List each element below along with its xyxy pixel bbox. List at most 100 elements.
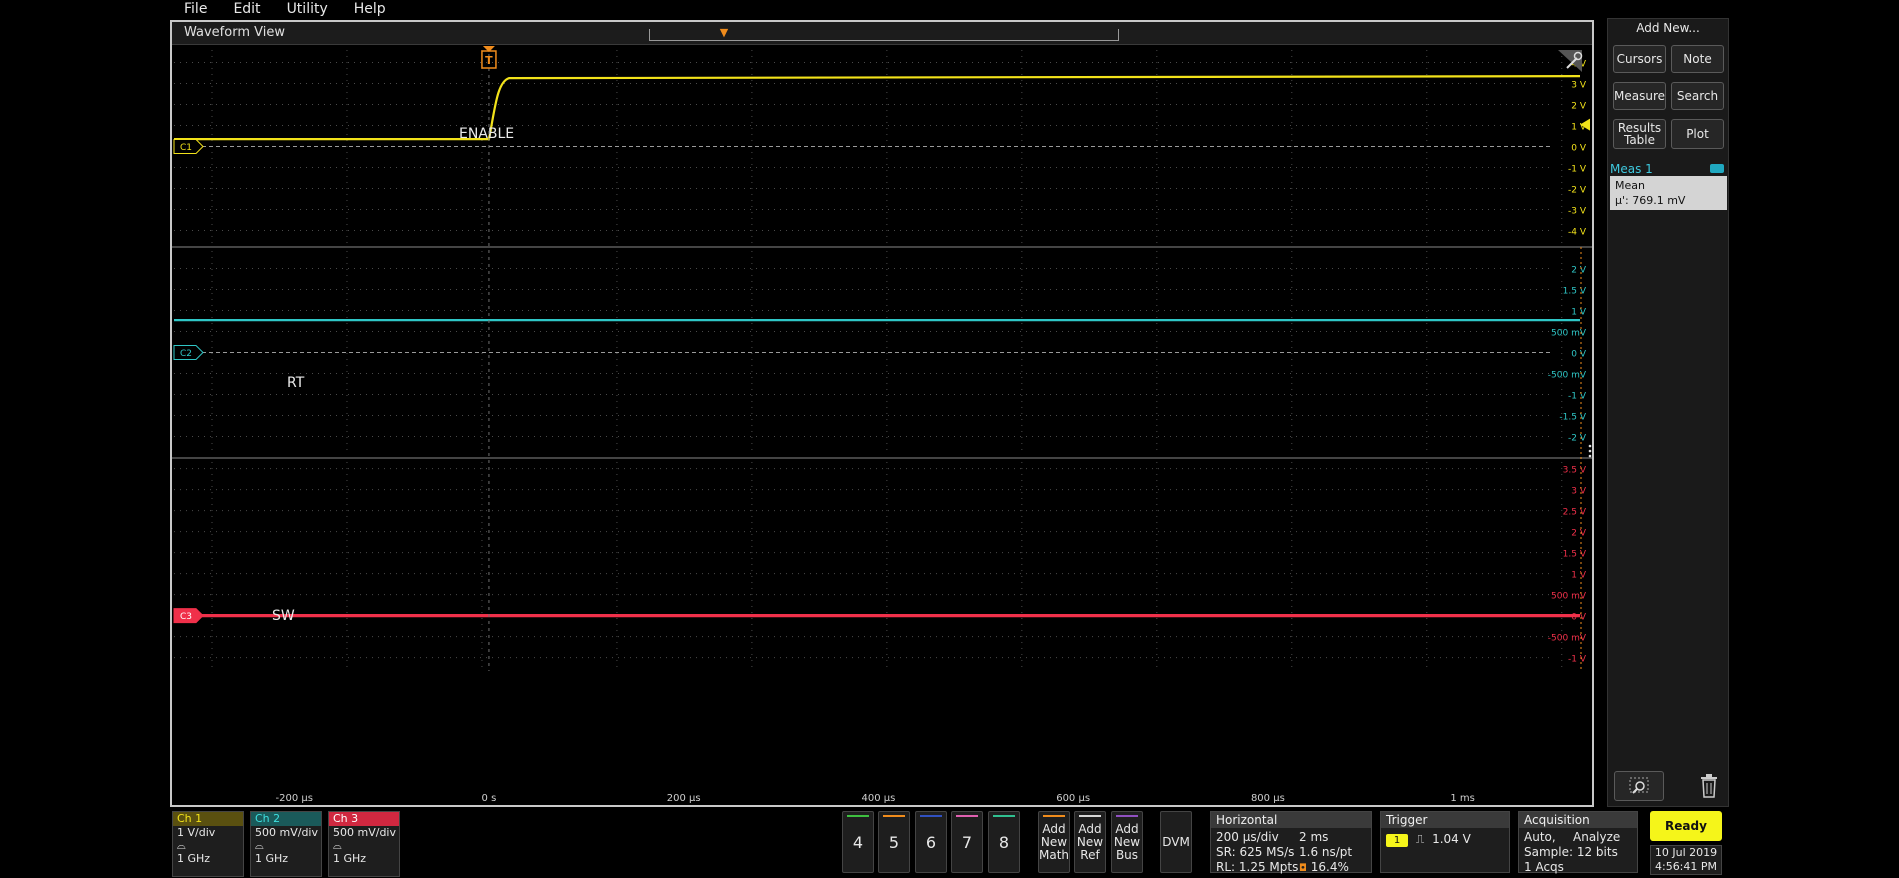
meas-1-card[interactable]: Mean µ': 769.1 mV [1610,176,1727,210]
v-tick-label: -1 V [1568,392,1587,402]
ch8-button[interactable]: 8 [988,811,1020,873]
time-tick-label: -200 µs [275,793,312,804]
menu-file[interactable]: File [170,0,219,20]
rising-edge-icon: ⎍ [1415,832,1425,846]
horizontal-panel[interactable]: Horizontal 200 µs/div 2 ms SR: 625 MS/s … [1210,811,1372,874]
ch1-bw: 1 GHz [177,852,211,865]
ch5-button[interactable]: 5 [878,811,910,873]
acquisition-mode: Auto, [1524,830,1556,844]
waveform-panel-1[interactable]: 4 V3 V2 V1 V0 V-1 V-2 V-3 V-4 VC1ENABLE [173,50,1587,243]
dvm-button[interactable]: DVM [1160,811,1192,873]
time-tick-label: 200 µs [667,793,701,804]
run-stop-button[interactable]: Ready [1650,811,1722,841]
trace-label-enable[interactable]: ENABLE [459,126,514,142]
add-new-bus-label: Add New Bus [1113,821,1141,862]
trigger-panel[interactable]: Trigger 1 ⎍ 1.04 V [1380,811,1510,873]
horizontal-title: Horizontal [1211,812,1371,828]
add-new-title: Add New... [1636,21,1700,35]
v-tick-label: 3 V [1571,487,1587,497]
horizontal-sample-rate: SR: 625 MS/s [1216,845,1295,859]
measure-button[interactable]: Measure [1613,82,1666,110]
v-tick-label: -1 V [1568,165,1587,175]
ch6-color-stripe [920,815,942,817]
time-tick-label: 0 s [482,793,497,804]
acquisition-sample: Sample: 12 bits [1524,845,1618,859]
v-tick-label: 3.5 V [1563,466,1587,476]
bus-color-stripe [1116,815,1138,817]
ch5-color-stripe [883,815,905,817]
zoom-icon [1629,777,1649,794]
waveform-view[interactable]: Waveform View ▼ 4 V3 V2 V1 V0 V-1 V-2 V-… [170,20,1594,807]
v-tick-label: -2 V [1568,434,1587,444]
menu-edit[interactable]: Edit [219,0,272,20]
meas-source-badge [1710,164,1724,173]
ch5-label: 5 [888,832,900,852]
trace-label-sw[interactable]: SW [272,608,295,624]
waveform-view-titlebar: Waveform View ▼ [172,22,1592,45]
trigger-title: Trigger [1381,812,1509,828]
search-button[interactable]: Search [1671,82,1724,110]
ch2-bw: 1 GHz [255,852,289,865]
trigger-settings: 1 ⎍ 1.04 V [1386,832,1471,847]
add-new-ref-button[interactable]: Add New Ref [1074,811,1106,873]
meas-1-value: µ': 769.1 mV [1615,194,1686,207]
channel-tag-text: C3 [180,612,192,622]
ch1-badge[interactable]: Ch 1 1 V/div ⌓ 1 GHz [172,811,244,877]
v-tick-label: 3 V [1571,81,1587,91]
acquisition-panel[interactable]: Acquisition Auto, Analyze Sample: 12 bit… [1518,811,1638,874]
add-new-math-label: Add New Math [1039,821,1070,862]
ch2-badge[interactable]: Ch 2 500 mV/div ⌓ 1 GHz [250,811,322,877]
ch4-button[interactable]: 4 [842,811,874,873]
bottom-bar: Ch 1 1 V/div ⌓ 1 GHz Ch 2 500 mV/div ⌓ 1… [170,808,1730,878]
ch1-probe-icon: ⌓ [177,839,186,852]
trash-icon [1701,774,1717,798]
zoom-button[interactable] [1614,771,1664,801]
note-button[interactable]: Note [1671,45,1724,73]
ch6-button[interactable]: 6 [915,811,947,873]
channel-tag-C2[interactable]: C2 [173,345,204,360]
channel-tag-C1[interactable]: C1 [173,139,204,154]
v-tick-label: -1.5 V [1559,413,1586,423]
trigger-level: 1.04 V [1432,832,1471,846]
plot-button[interactable]: Plot [1671,119,1724,149]
add-new-bus-button[interactable]: Add New Bus [1111,811,1143,873]
math-color-stripe [1043,815,1065,817]
ch3-badge[interactable]: Ch 3 500 mV/div ⌓ 1 GHz [328,811,400,877]
waveform-view-title: Waveform View [184,25,285,40]
waveform-panel-2[interactable]: 2 V1.5 V1 V500 mV0 V-500 mV-1 V-1.5 V-2 … [173,251,1587,454]
panel-resize-handle-dot[interactable] [1588,454,1592,458]
ch3-name: Ch 3 [329,812,399,826]
time-text: 4:56:41 PM [1654,860,1718,873]
delete-button[interactable] [1696,771,1722,801]
ch1-vdiv: 1 V/div [177,826,216,839]
ch4-label: 4 [852,832,864,852]
panel-resize-handle-dot[interactable] [1588,444,1592,448]
menu-utility[interactable]: Utility [273,0,340,20]
meas-1-title: Meas 1 [1610,162,1653,176]
date-text: 10 Jul 2019 [1654,846,1718,859]
panel-resize-handle-dot[interactable] [1588,449,1592,453]
time-tick-label: 1 ms [1450,793,1475,804]
right-panel: Add New... Cursors Note Measure Search R… [1607,18,1729,807]
ch7-button[interactable]: 7 [951,811,983,873]
v-tick-label: 1 V [1571,308,1587,318]
v-tick-label: 1 V [1571,571,1587,581]
meas-1-header[interactable]: Meas 1 [1610,162,1727,176]
v-tick-label: 2.5 V [1563,508,1587,518]
v-tick-label: -3 V [1568,207,1587,217]
ch3-vdiv: 500 mV/div [333,826,396,839]
waveform-display[interactable]: 4 V3 V2 V1 V0 V-1 V-2 V-3 V-4 VC1ENABLE2… [172,46,1592,806]
waveform-panel-3[interactable]: 3.5 V3 V2.5 V2 V1.5 V1 V500 mV0 V-500 mV… [173,462,1587,667]
cursors-button[interactable]: Cursors [1613,45,1666,73]
results-table-button[interactable]: Results Table [1613,119,1666,149]
menu-help[interactable]: Help [340,0,398,20]
channel-tag-text: C2 [180,349,192,359]
trace-label-rt[interactable]: RT [287,375,305,391]
v-tick-label: -1 V [1568,655,1587,665]
v-tick-label: -2 V [1568,186,1587,196]
ch4-color-stripe [847,815,869,817]
channel-tag-C3[interactable]: C3 [173,608,204,624]
v-tick-label: 0 V [1571,144,1587,154]
ch3-probe-icon: ⌓ [333,839,342,852]
add-new-math-button[interactable]: Add New Math [1038,811,1070,873]
